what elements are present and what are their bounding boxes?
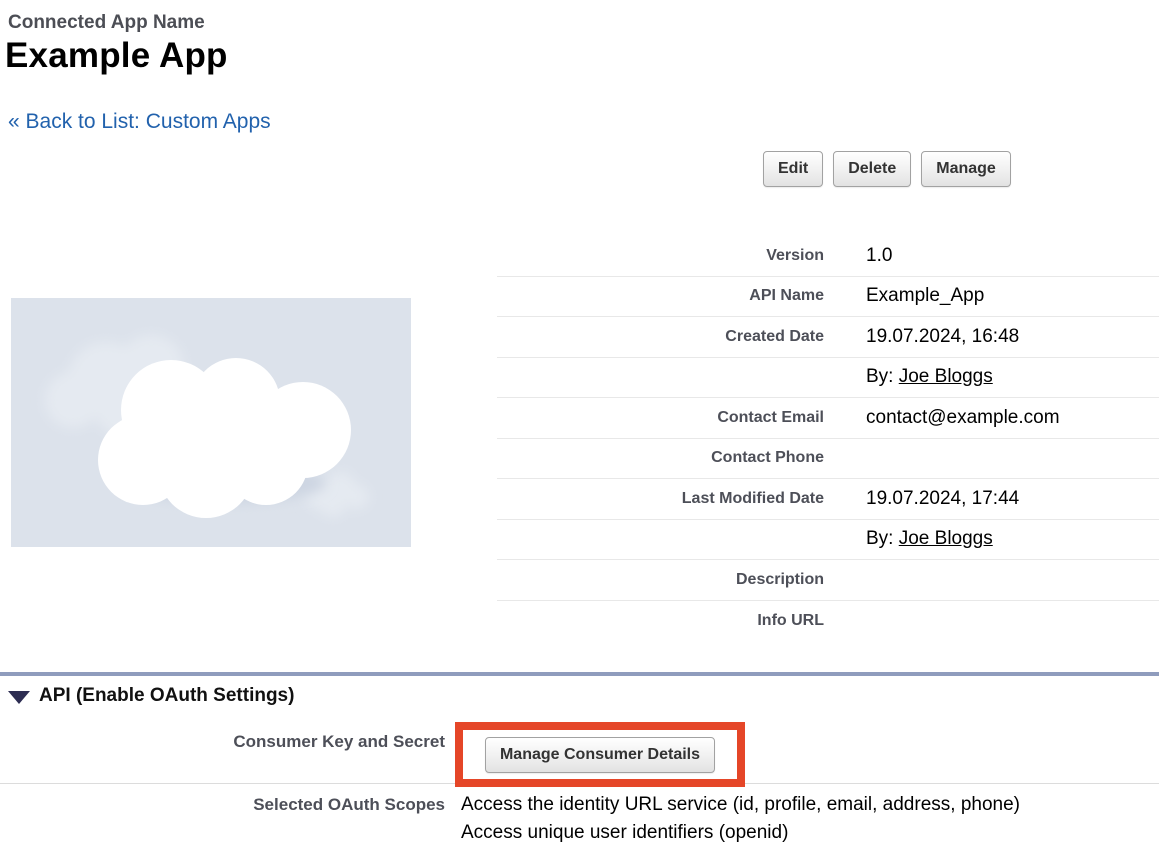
detail-row-created-date: Created Date 19.07.2024, 16:48	[497, 317, 1159, 358]
detail-toolbar: Edit Delete Manage	[763, 151, 1011, 187]
oauth-scopes-values: Access the identity URL service (id, pro…	[461, 791, 1020, 847]
highlight-annotation: Manage Consumer Details	[455, 722, 745, 787]
field-label: Info URL	[497, 612, 824, 630]
field-label: Last Modified Date	[497, 490, 824, 508]
field-value: Example_App	[866, 285, 984, 307]
field-label: Contact Phone	[497, 449, 824, 467]
user-link[interactable]: Joe Bloggs	[899, 366, 993, 387]
manage-consumer-details-button[interactable]: Manage Consumer Details	[485, 737, 715, 773]
detail-row-created-by: By: Joe Bloggs	[497, 358, 1159, 399]
section-divider	[0, 672, 1159, 676]
connected-app-name-label: Connected App Name	[8, 12, 205, 34]
field-value: 19.07.2024, 17:44	[866, 488, 1019, 510]
detail-row-contact-phone: Contact Phone	[497, 439, 1159, 480]
oauth-section-title: API (Enable OAuth Settings)	[39, 685, 294, 707]
field-label: Description	[497, 571, 824, 589]
app-logo	[11, 298, 411, 547]
scope-value-line: Access unique user identifiers (openid)	[461, 819, 1020, 847]
field-label: Contact Email	[497, 409, 824, 427]
back-to-list-link[interactable]: « Back to List: Custom Apps	[8, 110, 271, 134]
by-prefix: By:	[866, 528, 899, 549]
field-label: Version	[497, 247, 824, 265]
delete-button[interactable]: Delete	[833, 151, 911, 187]
detail-row-info-url: Info URL	[497, 601, 1159, 642]
field-value: 1.0	[866, 245, 892, 267]
detail-row-modified-by: By: Joe Bloggs	[497, 520, 1159, 561]
oauth-section-header[interactable]: API (Enable OAuth Settings)	[8, 685, 294, 707]
detail-row-last-modified-date: Last Modified Date 19.07.2024, 17:44	[497, 479, 1159, 520]
by-prefix: By:	[866, 366, 899, 387]
selected-oauth-scopes-label: Selected OAuth Scopes	[0, 795, 445, 815]
detail-row-contact-email: Contact Email contact@example.com	[497, 398, 1159, 439]
field-value: 19.07.2024, 16:48	[866, 326, 1019, 348]
field-label: API Name	[497, 287, 824, 305]
detail-row-description: Description	[497, 560, 1159, 601]
scope-value-line: Access the identity URL service (id, pro…	[461, 791, 1020, 819]
page-title: Example App	[5, 36, 228, 76]
manage-button[interactable]: Manage	[921, 151, 1011, 187]
detail-row-version: Version 1.0	[497, 236, 1159, 277]
consumer-key-secret-label: Consumer Key and Secret	[0, 732, 445, 752]
field-label: Created Date	[497, 328, 824, 346]
cloud-icon	[11, 298, 411, 547]
detail-table: Version 1.0 API Name Example_App Created…	[497, 236, 1159, 641]
field-value: By: Joe Bloggs	[866, 528, 993, 550]
connected-app-detail-page: Connected App Name Example App « Back to…	[0, 0, 1159, 848]
collapse-triangle-icon[interactable]	[8, 691, 30, 704]
field-value: By: Joe Bloggs	[866, 366, 993, 388]
detail-row-api-name: API Name Example_App	[497, 277, 1159, 318]
edit-button[interactable]: Edit	[763, 151, 823, 187]
user-link[interactable]: Joe Bloggs	[899, 528, 993, 549]
field-value: contact@example.com	[866, 407, 1060, 429]
